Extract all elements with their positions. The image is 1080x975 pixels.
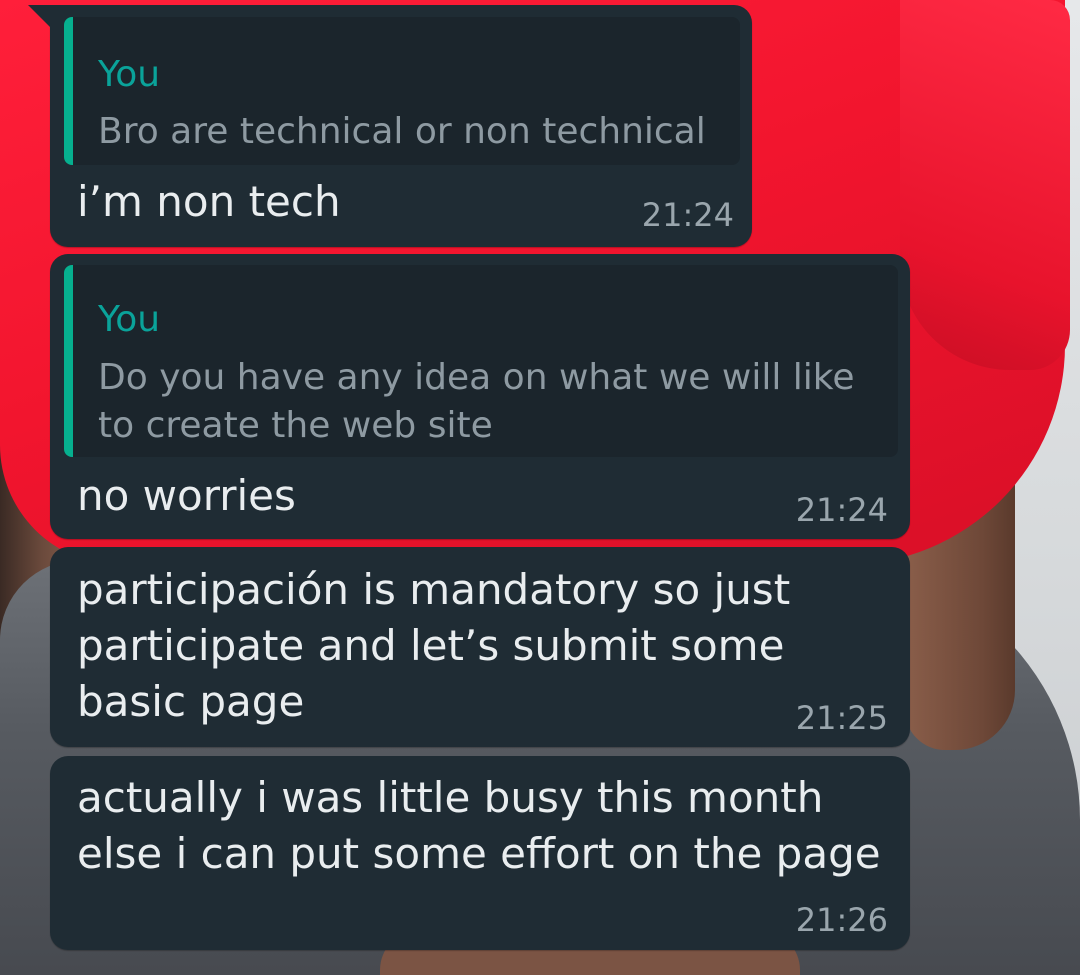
quote-author: You xyxy=(98,54,161,95)
incoming-message[interactable]: actually i was little busy this month el… xyxy=(50,756,910,950)
message-timestamp: 21:26 xyxy=(795,901,888,939)
message-list[interactable]: You Bro are technical or non technical i… xyxy=(0,0,1080,975)
message-timestamp: 21:24 xyxy=(795,491,888,529)
bubble-tail xyxy=(28,5,54,31)
quote-text: Bro are technical or non technical xyxy=(98,111,706,152)
quoted-reply[interactable]: You Do you have any idea on what we will… xyxy=(64,265,898,457)
incoming-message[interactable]: You Do you have any idea on what we will… xyxy=(50,254,910,539)
quote-accent-bar xyxy=(64,265,73,457)
message-text: participación is mandatory so just parti… xyxy=(77,565,791,726)
message-timestamp: 21:24 xyxy=(641,196,734,234)
message-text: actually i was little busy this month el… xyxy=(77,773,881,878)
quoted-reply[interactable]: You Bro are technical or non technical xyxy=(64,17,740,165)
message-timestamp: 21:25 xyxy=(795,699,888,737)
message-text: no worries xyxy=(77,471,296,520)
incoming-message[interactable]: participación is mandatory so just parti… xyxy=(50,547,910,747)
incoming-message[interactable]: You Bro are technical or non technical i… xyxy=(28,5,752,247)
quote-text: Do you have any idea on what we will lik… xyxy=(98,357,855,446)
quote-author: You xyxy=(98,299,161,340)
message-text: i’m non tech xyxy=(77,177,341,226)
quote-accent-bar xyxy=(64,17,73,165)
